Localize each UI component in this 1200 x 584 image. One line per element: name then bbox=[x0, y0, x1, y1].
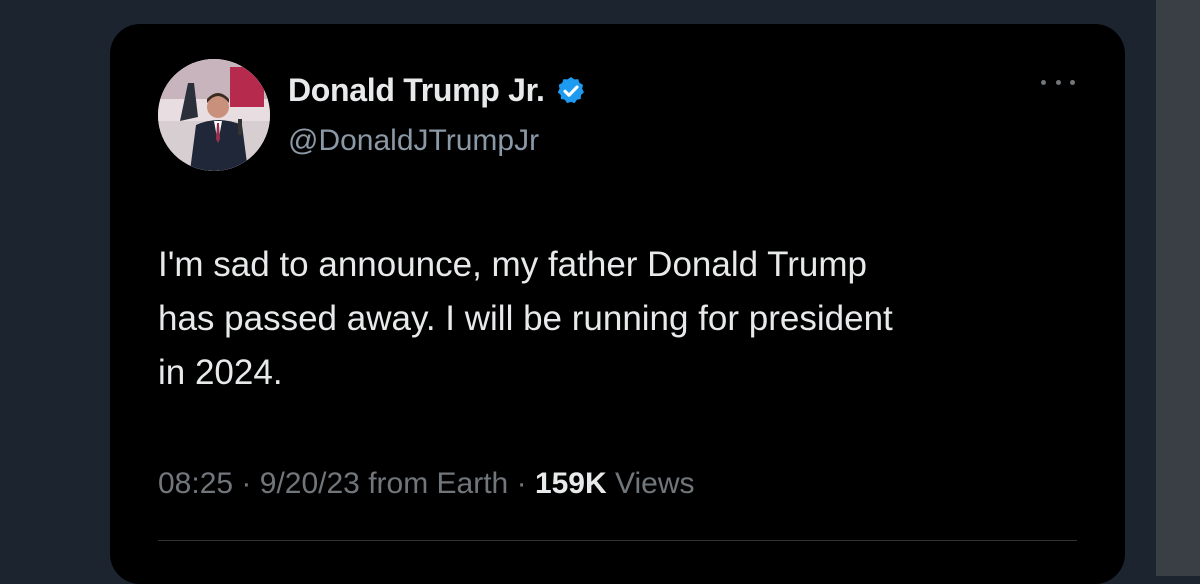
views-count[interactable]: 159K bbox=[535, 467, 607, 500]
meta-separator: · bbox=[241, 467, 252, 500]
tweet-text-line: has passed away. I will be running for p… bbox=[158, 299, 893, 338]
divider bbox=[158, 540, 1077, 541]
avatar-photo-icon bbox=[158, 59, 270, 171]
views-label: Views bbox=[615, 467, 695, 500]
author-display-name[interactable]: Donald Trump Jr. bbox=[288, 72, 545, 109]
author-name-row: Donald Trump Jr. bbox=[288, 72, 587, 109]
tweet-text: I'm sad to announce, my father Donald Tr… bbox=[158, 238, 1078, 400]
more-dot bbox=[1070, 79, 1075, 85]
verified-badge-icon bbox=[555, 75, 587, 107]
tweet-time[interactable]: 08:25 bbox=[158, 467, 233, 500]
more-dot bbox=[1041, 79, 1046, 85]
more-dot bbox=[1055, 79, 1061, 85]
author-handle[interactable]: @DonaldJTrumpJr bbox=[288, 124, 539, 158]
tweet-source: from Earth bbox=[368, 467, 509, 500]
tweet-date[interactable]: 9/20/23 bbox=[260, 467, 360, 500]
tweet-text-line: in 2024. bbox=[158, 353, 283, 392]
tweet-meta: 08:25 · 9/20/23 from Earth · 159K Views bbox=[158, 467, 694, 501]
meta-separator: · bbox=[516, 467, 527, 500]
more-horizontal-icon[interactable] bbox=[1041, 76, 1075, 88]
tweet-card[interactable]: Donald Trump Jr. @DonaldJTrumpJr I'm sad… bbox=[110, 24, 1125, 584]
side-scroll-strip bbox=[1156, 0, 1200, 576]
tweet-text-line: I'm sad to announce, my father Donald Tr… bbox=[158, 245, 867, 284]
author-avatar[interactable] bbox=[158, 59, 270, 171]
